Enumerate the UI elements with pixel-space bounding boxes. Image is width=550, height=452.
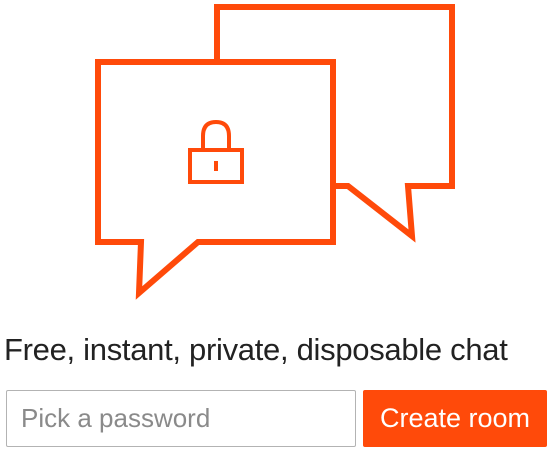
create-room-form: Create room bbox=[6, 390, 547, 447]
hero-illustration bbox=[0, 0, 550, 310]
create-room-button[interactable]: Create room bbox=[363, 390, 547, 447]
password-input[interactable] bbox=[6, 390, 356, 447]
chat-bubbles-icon bbox=[95, 4, 455, 300]
tagline: Free, instant, private, disposable chat bbox=[4, 332, 508, 367]
front-speech-bubble-icon bbox=[95, 59, 336, 300]
